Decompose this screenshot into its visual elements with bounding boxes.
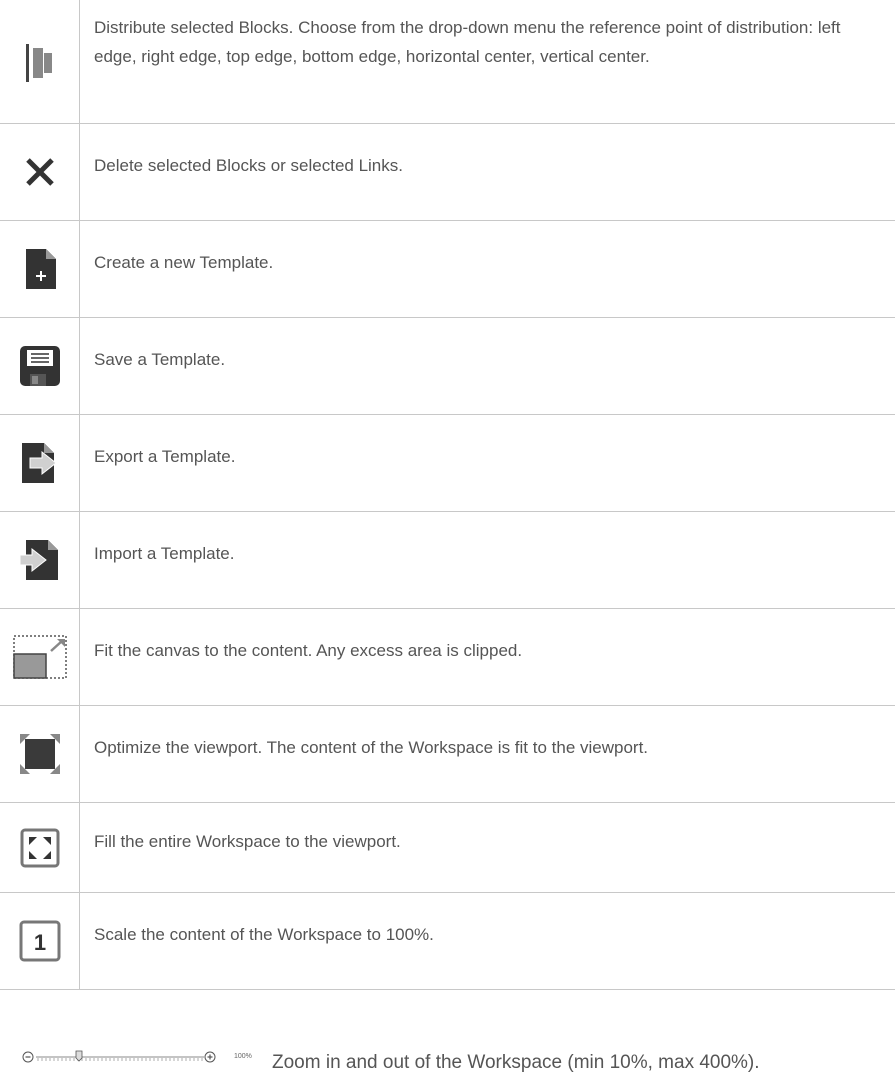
row-description: Fit the canvas to the content. Any exces…	[94, 641, 523, 660]
table-row: 100% Zoom in and out of the Workspace (m…	[0, 989, 895, 1080]
row-description: Fill the entire Workspace to the viewpor…	[94, 832, 401, 851]
table-row: Save a Template.	[0, 317, 895, 414]
table-row: Fit the canvas to the content. Any exces…	[0, 608, 895, 705]
row-description: Scale the content of the Workspace to 10…	[94, 925, 434, 944]
icon-cell: 1	[0, 893, 80, 989]
fit-canvas-icon	[12, 635, 67, 679]
scale-100-glyph: 1	[33, 930, 45, 955]
row-description: Optimize the viewport. The content of th…	[94, 738, 649, 757]
new-document-icon	[25, 249, 56, 289]
table-row: Create a new Template.	[0, 220, 895, 317]
save-icon	[19, 346, 60, 386]
close-icon	[25, 158, 54, 186]
icon-cell	[0, 803, 80, 892]
row-description: Create a new Template.	[94, 253, 274, 272]
distribute-icon	[25, 43, 52, 82]
zoom-slider[interactable]	[22, 1049, 228, 1065]
row-description: Export a Template.	[94, 447, 236, 466]
export-icon	[21, 443, 57, 483]
table-row: Optimize the viewport. The content of th…	[0, 705, 895, 802]
row-description: Delete selected Blocks or selected Links…	[94, 156, 403, 175]
table-row: Export a Template.	[0, 414, 895, 511]
row-description: Distribute selected Blocks. Choose from …	[94, 18, 841, 66]
table-row: Distribute selected Blocks. Choose from …	[0, 0, 895, 123]
row-description: Save a Template.	[94, 350, 226, 369]
optimize-viewport-icon	[19, 734, 60, 774]
table-row: Delete selected Blocks or selected Links…	[0, 123, 895, 220]
fill-workspace-icon	[20, 828, 59, 867]
icon-cell	[0, 318, 80, 414]
icon-cell	[0, 609, 80, 705]
table-row: 1 Scale the content of the Workspace to …	[0, 892, 895, 989]
scale-100-icon: 1	[19, 920, 60, 962]
icon-cell	[0, 221, 80, 317]
zoom-thumb[interactable]	[75, 1050, 83, 1062]
row-description: Import a Template.	[94, 544, 235, 563]
import-icon	[19, 540, 58, 580]
table-row: Import a Template.	[0, 511, 895, 608]
zoom-level-label: 100%	[234, 1053, 252, 1060]
icon-cell	[0, 124, 80, 220]
icon-cell	[0, 512, 80, 608]
table-row: Fill the entire Workspace to the viewpor…	[0, 802, 895, 892]
row-description: Zoom in and out of the Workspace (min 10…	[272, 1052, 760, 1073]
zoom-control: 100%	[22, 1049, 254, 1065]
icon-cell	[0, 0, 80, 123]
icon-cell	[0, 706, 80, 802]
icon-cell	[0, 415, 80, 511]
